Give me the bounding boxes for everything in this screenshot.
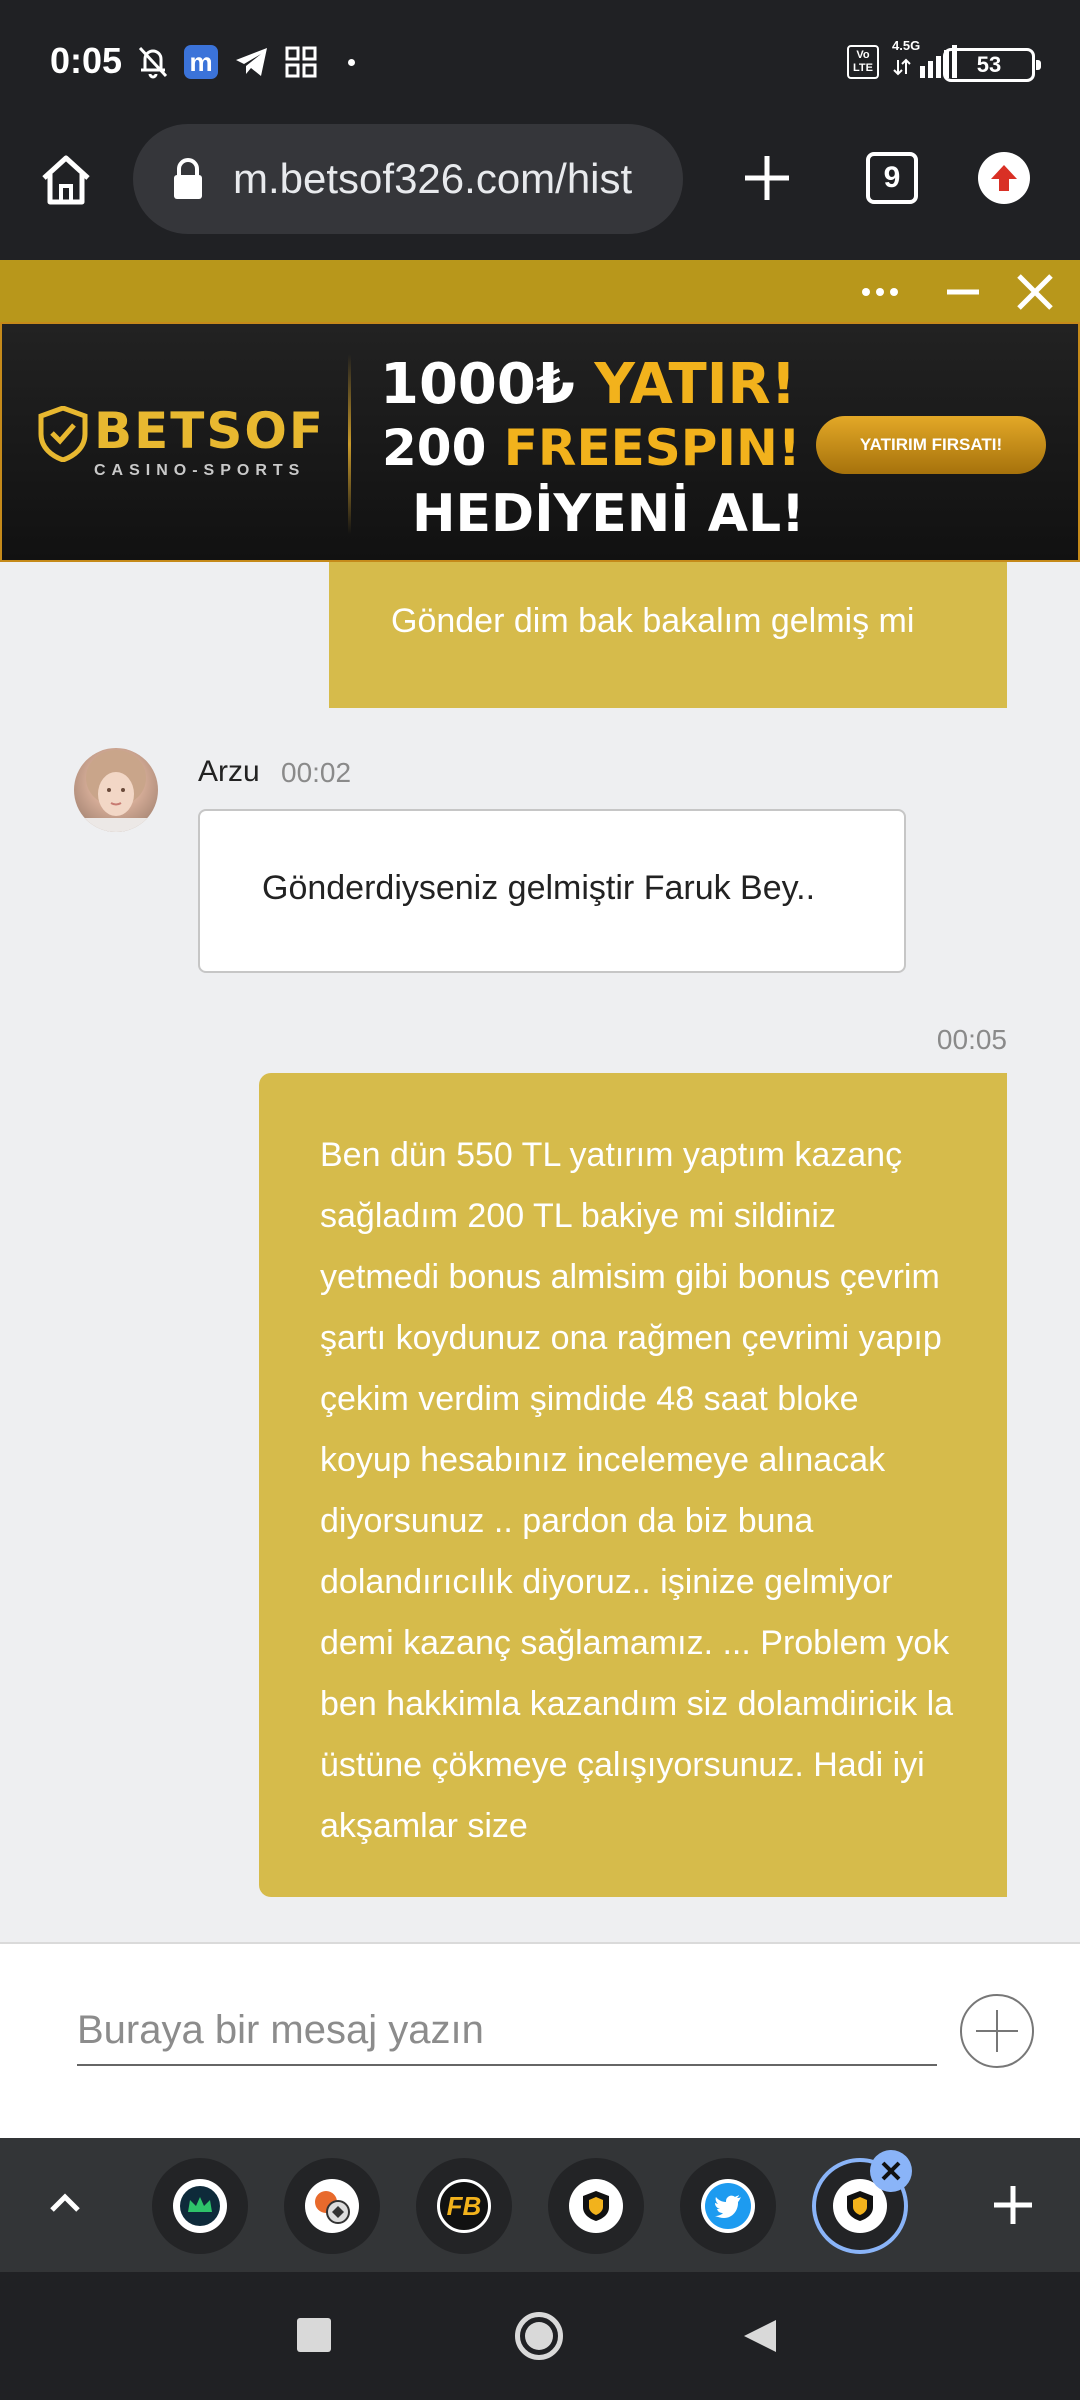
- twitter-app-icon[interactable]: [680, 2158, 776, 2254]
- telegram-icon: [232, 44, 272, 80]
- update-icon[interactable]: [978, 152, 1030, 204]
- url-text: m.betsof326.com/hist: [233, 155, 633, 202]
- back-icon[interactable]: [740, 2316, 780, 2356]
- message-composer: [0, 1942, 1080, 2138]
- status-time: 0:05: [50, 40, 123, 81]
- message-time: 00:05: [936, 1024, 1007, 1055]
- ad-cta-button[interactable]: YATIRIM FIRSATI!: [816, 416, 1046, 474]
- ad-headline: 1000₺ YATIR!: [380, 352, 797, 417]
- close-icon[interactable]: [1013, 270, 1057, 314]
- message-time: 00:02: [281, 757, 352, 788]
- status-bar: 0:05 m Vo LTE 4.5G 53: [0, 0, 1080, 122]
- ad-tagline: HEDİYENİ AL!: [412, 484, 805, 544]
- more-dots-icon[interactable]: [858, 270, 902, 314]
- incoming-message: Gönderdiyseniz gelmiştir Faruk Bey..: [198, 809, 906, 973]
- ad-divider: [348, 354, 351, 534]
- sports-ball-app-icon[interactable]: [284, 2158, 380, 2254]
- mute-bell-icon: [135, 44, 171, 80]
- outgoing-message: Gönder dim bak bakalım gelmiş mi: [329, 562, 1007, 708]
- floating-apps-bar: FB: [0, 2138, 1080, 2272]
- minimize-icon[interactable]: [941, 270, 985, 314]
- apps-grid-icon: [283, 44, 319, 80]
- crown-app-icon[interactable]: [152, 2158, 248, 2254]
- dot-icon: [345, 44, 357, 80]
- address-bar[interactable]: m.betsof326.com/hist: [133, 124, 683, 234]
- tab-count: 9: [883, 161, 901, 194]
- add-bubble-icon[interactable]: [988, 2180, 1038, 2230]
- browser-toolbar: m.betsof326.com/hist 9: [0, 122, 1080, 260]
- ad-banner[interactable]: BETSOF CASINO-SPORTS 1000₺ YATIR! 200 FR…: [0, 322, 1080, 562]
- battery-icon: 53: [943, 48, 1041, 82]
- chevron-up-icon[interactable]: [40, 2178, 90, 2228]
- volte-icon: Vo LTE: [846, 44, 880, 80]
- attach-plus-icon[interactable]: [960, 1994, 1034, 2068]
- avatar: [74, 748, 158, 832]
- betsof-app-icon[interactable]: [548, 2158, 644, 2254]
- home-nav-icon[interactable]: [515, 2312, 563, 2360]
- message-input[interactable]: [77, 1996, 937, 2066]
- recents-icon[interactable]: [297, 2318, 331, 2352]
- plus-icon[interactable]: [735, 146, 799, 210]
- fb-app-icon[interactable]: FB: [416, 2158, 512, 2254]
- system-nav-bar: [0, 2272, 1080, 2400]
- close-bubble-icon[interactable]: [870, 2150, 912, 2192]
- ad-toolbar: [0, 260, 1080, 322]
- shield-icon: [38, 405, 88, 463]
- m-app-icon: m: [183, 44, 219, 80]
- home-icon[interactable]: [34, 148, 98, 212]
- lock-icon: [171, 157, 205, 201]
- betsof-logo: BETSOF CASINO-SPORTS: [38, 402, 323, 492]
- outgoing-message: Ben dün 550 TL yatırım yaptım kazanç sağ…: [259, 1073, 1007, 1897]
- sender-name: Arzu: [198, 755, 260, 788]
- tabs-icon[interactable]: 9: [866, 152, 918, 204]
- ad-subheadline: 200 FREESPIN!: [382, 419, 801, 477]
